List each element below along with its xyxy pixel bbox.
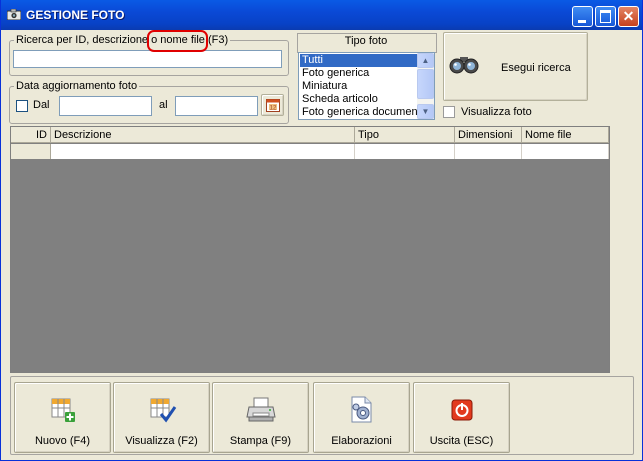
table-cell[interactable] — [455, 144, 522, 159]
process-button[interactable]: Elaborazioni — [313, 382, 410, 453]
exit-button[interactable]: Uscita (ESC) — [413, 382, 510, 453]
photo-type-option[interactable]: Scheda articolo — [300, 93, 419, 106]
photo-type-option[interactable]: Tutti — [300, 54, 419, 67]
table-cell[interactable] — [522, 144, 609, 159]
maximize-icon — [600, 10, 611, 23]
photo-type-scrollbar[interactable]: ▲ ▼ — [417, 53, 434, 119]
column-header-type[interactable]: Tipo — [355, 127, 455, 143]
new-button[interactable]: Nuovo (F4) — [14, 382, 111, 453]
search-input[interactable] — [13, 50, 282, 68]
camera-icon — [7, 9, 21, 20]
minimize-button[interactable] — [572, 6, 593, 27]
exit-button-label: Uscita (ESC) — [429, 435, 494, 447]
photo-type-option[interactable]: Miniatura — [300, 80, 419, 93]
power-icon — [451, 399, 473, 421]
search-button[interactable]: Esegui ricerca — [443, 32, 588, 101]
printer-icon — [246, 397, 276, 422]
document-gear-icon — [351, 396, 372, 423]
minimize-icon — [578, 20, 586, 23]
scroll-thumb[interactable] — [417, 69, 434, 99]
table-cell[interactable] — [355, 144, 455, 159]
column-header-dimensions[interactable]: Dimensioni — [455, 127, 522, 143]
date-filter-label: Data aggiornamento foto — [14, 80, 140, 92]
close-icon: ✕ — [622, 8, 635, 24]
table-header: ID Descrizione Tipo Dimensioni Nome file — [11, 127, 609, 144]
app-window: GESTIONE FOTO ✕ Ricerca per ID, descrizi… — [0, 0, 643, 461]
date-from-checkbox[interactable] — [16, 100, 28, 112]
photo-type-header: Tipo foto — [344, 35, 388, 47]
view-button-label: Visualizza (F2) — [125, 435, 198, 447]
scroll-up-button[interactable]: ▲ — [417, 53, 434, 68]
add-record-icon — [51, 398, 75, 422]
date-to-label: al — [159, 99, 168, 111]
column-header-id[interactable]: ID — [11, 127, 51, 143]
view-button[interactable]: Visualizza (F2) — [113, 382, 210, 453]
close-button[interactable]: ✕ — [618, 6, 639, 27]
show-photo-checkbox[interactable] — [443, 106, 455, 118]
binoculars-icon — [449, 57, 479, 74]
date-to-field[interactable] — [175, 96, 258, 116]
maximize-button[interactable] — [595, 6, 616, 27]
print-button[interactable]: Stampa (F9) — [212, 382, 309, 453]
view-record-icon — [150, 398, 177, 423]
date-from-field[interactable] — [59, 96, 152, 116]
table-cell[interactable] — [51, 144, 355, 159]
date-from-label: Dal — [33, 99, 50, 111]
photo-type-option[interactable]: Foto generica document — [300, 106, 419, 119]
column-header-filename[interactable]: Nome file — [522, 127, 609, 143]
photo-type-list[interactable]: Tutti Foto generica Miniatura Scheda art… — [298, 52, 435, 120]
column-header-description[interactable]: Descrizione — [51, 127, 355, 143]
show-photo-label: Visualizza foto — [461, 106, 532, 118]
calendar-icon: 12 — [266, 99, 280, 112]
process-button-label: Elaborazioni — [331, 435, 392, 447]
svg-text:12: 12 — [270, 106, 277, 112]
photo-table[interactable]: ID Descrizione Tipo Dimensioni Nome file — [10, 126, 610, 373]
new-button-label: Nuovo (F4) — [34, 435, 91, 447]
table-cell[interactable] — [11, 144, 51, 159]
scroll-down-button[interactable]: ▼ — [417, 104, 434, 119]
photo-type-option[interactable]: Foto generica — [300, 67, 419, 80]
table-row[interactable] — [11, 144, 609, 159]
title-bar[interactable]: GESTIONE FOTO ✕ — [1, 0, 642, 30]
highlight-annotation — [147, 30, 208, 52]
window-title: GESTIONE FOTO — [26, 8, 125, 22]
search-button-label: Esegui ricerca — [501, 62, 571, 74]
calendar-button[interactable]: 12 — [261, 94, 284, 116]
print-button-label: Stampa (F9) — [229, 435, 292, 447]
